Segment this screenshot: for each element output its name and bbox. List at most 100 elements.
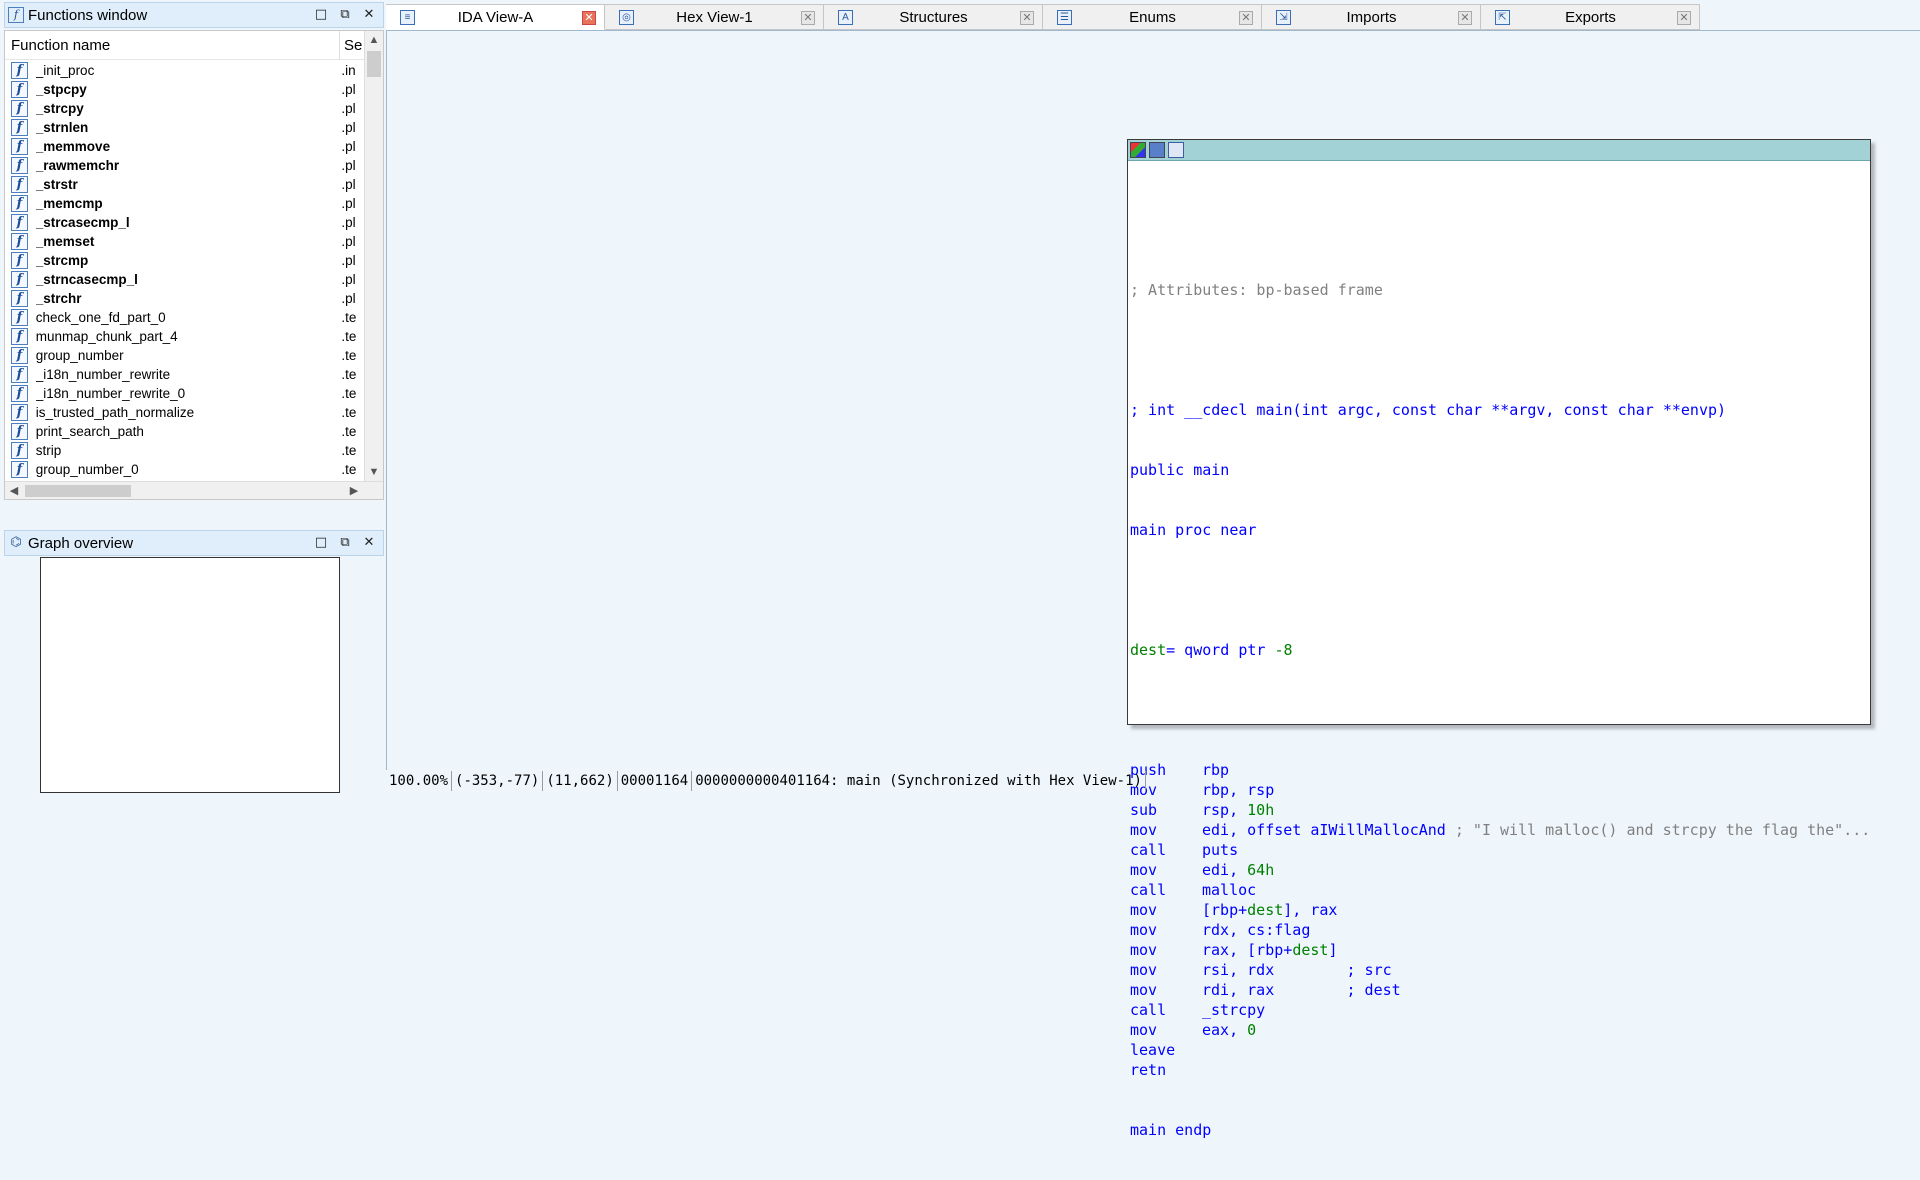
function-segment: .pl: [341, 139, 356, 154]
minimize-button[interactable]: □: [313, 7, 329, 23]
tab-ida-view-a[interactable]: ≡ IDA View-A ✕: [386, 4, 605, 30]
function-row[interactable]: f _rawmemchr .pl: [5, 156, 365, 175]
ida-view-graph[interactable]: ; Attributes: bp-based frame ; int __cde…: [386, 30, 1920, 1139]
scroll-down-icon[interactable]: ▼: [365, 463, 383, 481]
function-icon: f: [11, 214, 28, 231]
proc-directive: main proc near: [1130, 521, 1257, 539]
instruction-line[interactable]: mov rax, [rbp+dest]: [1130, 940, 1870, 960]
node-color-icon[interactable]: [1130, 142, 1146, 158]
tab-close-icon[interactable]: ✕: [1458, 11, 1472, 25]
close-button[interactable]: ✕: [361, 535, 377, 551]
function-row[interactable]: f _memcmp .pl: [5, 194, 365, 213]
function-icon: f: [11, 271, 28, 288]
node-header: [1128, 140, 1870, 161]
function-row[interactable]: f print_search_path .te: [5, 422, 365, 441]
horizontal-scrollbar[interactable]: ◀ ▶: [5, 481, 383, 499]
function-row[interactable]: f _strcasecmp_l .pl: [5, 213, 365, 232]
column-header-function-name[interactable]: Function name: [5, 31, 340, 59]
minimize-button[interactable]: □: [313, 535, 329, 551]
function-segment: .pl: [341, 82, 356, 97]
scroll-right-icon[interactable]: ▶: [345, 482, 363, 499]
function-row[interactable]: f _memset .pl: [5, 232, 365, 251]
tab-close-icon[interactable]: ✕: [582, 11, 596, 25]
restore-button[interactable]: ⧉: [337, 535, 353, 551]
tab-close-icon[interactable]: ✕: [801, 11, 815, 25]
vertical-scrollbar[interactable]: ▲ ▼: [364, 31, 383, 481]
instruction-line[interactable]: sub rsp, 10h: [1130, 800, 1870, 820]
function-name: _strcasecmp_l: [35, 215, 130, 230]
scroll-up-icon[interactable]: ▲: [365, 31, 383, 49]
function-row[interactable]: f _memmove .pl: [5, 137, 365, 156]
function-segment: .in: [341, 63, 356, 78]
instruction-line[interactable]: mov rdx, cs:flag: [1130, 920, 1870, 940]
scroll-left-icon[interactable]: ◀: [5, 482, 23, 499]
function-row[interactable]: f munmap_chunk_part_4 .te: [5, 327, 365, 346]
function-icon: f: [11, 252, 28, 269]
tab-imports[interactable]: ⇲ Imports ✕: [1262, 4, 1481, 30]
operands: ]: [1328, 941, 1338, 959]
function-row[interactable]: f group_number_0 .te: [5, 460, 365, 479]
function-name: check_one_fd_part_0: [35, 310, 166, 325]
node-group-icon[interactable]: [1168, 142, 1184, 158]
graph-overview-canvas[interactable]: [40, 557, 340, 793]
function-icon: f: [11, 461, 28, 478]
function-segment: .te: [341, 367, 357, 382]
node-title-icon[interactable]: [1149, 142, 1165, 158]
function-row[interactable]: f _i18n_number_rewrite_0 .te: [5, 384, 365, 403]
instruction-line[interactable]: retn: [1130, 1060, 1870, 1080]
functions-icon: f: [8, 7, 24, 23]
vertical-scroll-thumb[interactable]: [367, 51, 381, 77]
attributes-comment: ; Attributes: bp-based frame: [1130, 281, 1383, 299]
instruction-line[interactable]: mov [rbp+dest], rax: [1130, 900, 1870, 920]
column-header-segment[interactable]: Se: [340, 37, 362, 54]
function-row[interactable]: f _strnlen .pl: [5, 118, 365, 137]
instruction-line[interactable]: call malloc: [1130, 880, 1870, 900]
instruction-line[interactable]: call puts: [1130, 840, 1870, 860]
function-row[interactable]: f strip .te: [5, 441, 365, 460]
immediate-value: 0: [1247, 1021, 1257, 1039]
restore-button[interactable]: ⧉: [337, 7, 353, 23]
function-row[interactable]: f _strcpy .pl: [5, 99, 365, 118]
instruction-line[interactable]: mov edi, offset aIWillMallocAnd ; "I will…: [1130, 820, 1870, 840]
instruction-line[interactable]: mov eax, 0: [1130, 1020, 1870, 1040]
function-icon: f: [11, 81, 28, 98]
instruction-line[interactable]: mov rsi, rdx ; src: [1130, 960, 1870, 980]
operands: rsp,: [1202, 801, 1248, 819]
tab-hex-view-1[interactable]: ◎ Hex View-1 ✕: [605, 4, 824, 30]
stack-var-type: = qword ptr: [1166, 641, 1275, 659]
function-row[interactable]: f _strstr .pl: [5, 175, 365, 194]
tab-exports[interactable]: ⇱ Exports ✕: [1481, 4, 1700, 30]
function-row[interactable]: f _init_proc .in: [5, 61, 365, 80]
instruction-line[interactable]: leave: [1130, 1040, 1870, 1060]
tab-close-icon[interactable]: ✕: [1677, 11, 1691, 25]
function-icon: f: [11, 404, 28, 421]
function-row[interactable]: f _strncasecmp_l .pl: [5, 270, 365, 289]
close-button[interactable]: ✕: [361, 7, 377, 23]
horizontal-scroll-thumb[interactable]: [25, 485, 131, 497]
function-row[interactable]: f _strcmp .pl: [5, 251, 365, 270]
function-row[interactable]: f _stpcpy .pl: [5, 80, 365, 99]
tab-enums[interactable]: ☰ Enums ✕: [1043, 4, 1262, 30]
endp-directive: main endp: [1130, 1121, 1212, 1139]
tab-close-icon[interactable]: ✕: [1239, 11, 1253, 25]
function-row[interactable]: f _strchr .pl: [5, 289, 365, 308]
tab-structures[interactable]: A Structures ✕: [824, 4, 1043, 30]
graph-node-main[interactable]: ; Attributes: bp-based frame ; int __cde…: [1127, 139, 1871, 1139]
operands: [rbp+: [1202, 901, 1248, 919]
tab-close-icon[interactable]: ✕: [1020, 11, 1034, 25]
function-row[interactable]: f _i18n_number_rewrite .te: [5, 365, 365, 384]
instruction-line[interactable]: mov edi, 64h: [1130, 860, 1870, 880]
function-row[interactable]: f is_trusted_path_normalize .te: [5, 403, 365, 422]
function-row[interactable]: f check_one_fd_part_0 .te: [5, 308, 365, 327]
instruction-line[interactable]: mov rdi, rax ; dest: [1130, 980, 1870, 1000]
operands: puts: [1202, 841, 1239, 859]
function-row[interactable]: f group_number .te: [5, 346, 365, 365]
function-segment: .pl: [341, 158, 356, 173]
function-segment: .te: [341, 443, 357, 458]
disassembly-listing[interactable]: ; Attributes: bp-based frame ; int __cde…: [1130, 180, 1870, 1180]
instruction-line[interactable]: call _strcpy: [1130, 1000, 1870, 1020]
stack-var-name[interactable]: dest: [1130, 641, 1166, 659]
instruction-line[interactable]: push rbp: [1130, 760, 1870, 780]
tab-label: Exports: [1565, 8, 1616, 26]
instruction-line[interactable]: mov rbp, rsp: [1130, 780, 1870, 800]
